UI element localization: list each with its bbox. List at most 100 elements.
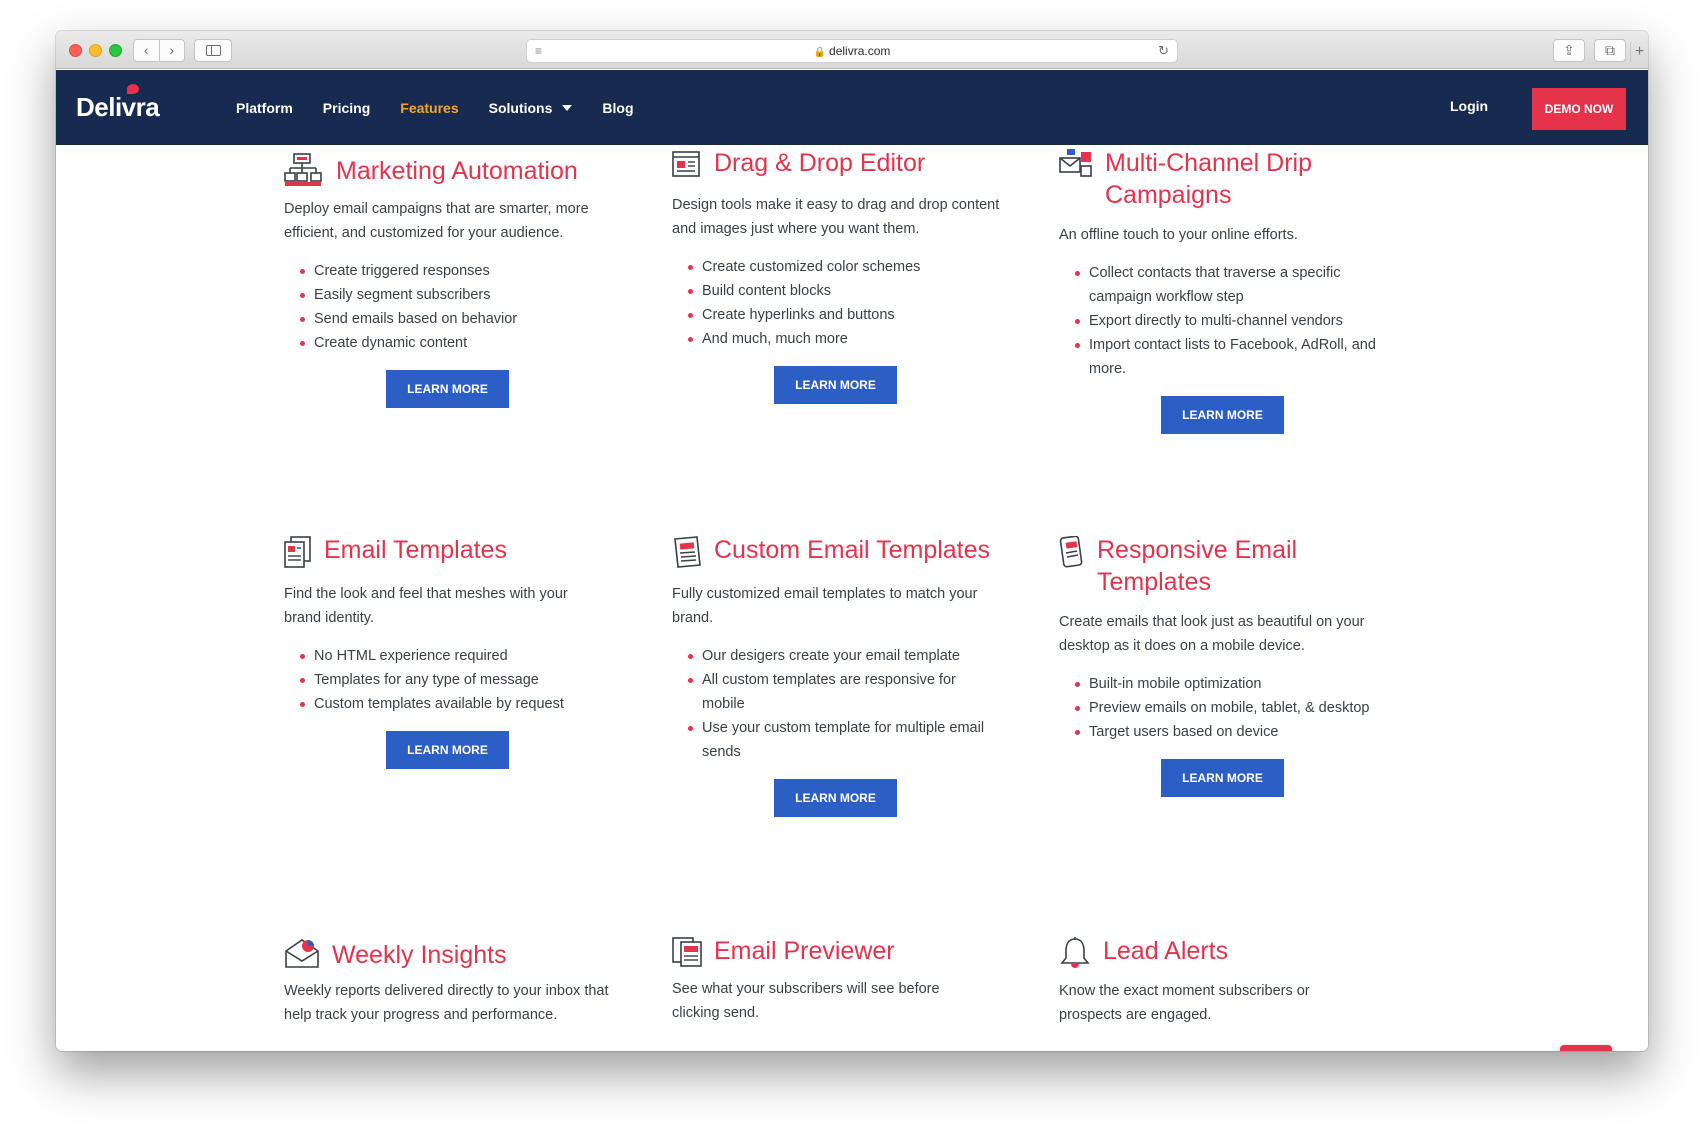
sidebar-icon (205, 45, 221, 56)
list-item: Easily segment subscribers (300, 283, 624, 307)
learn-more-button[interactable]: LEARN MORE (774, 366, 897, 404)
lock-icon: 🔒 (813, 47, 827, 58)
list-item: Export directly to multi-channel vendors (1075, 309, 1379, 333)
card-title: Marketing Automation (336, 157, 578, 185)
close-window-button[interactable] (69, 44, 82, 57)
minimize-window-button[interactable] (89, 44, 102, 57)
list-item: All custom templates are responsive for … (688, 668, 992, 716)
nav-blog[interactable]: Blog (602, 100, 633, 116)
learn-more-button[interactable]: LEARN MORE (1161, 396, 1284, 434)
automation-icon (284, 153, 322, 186)
list-item: Collect contacts that traverse a specifi… (1075, 261, 1379, 309)
card-description: An offline touch to your online efforts. (1059, 227, 1298, 243)
address-bar[interactable]: ≡ 🔒 delivra.com ↻ (526, 39, 1178, 63)
card-description: Create emails that look just as beautifu… (1059, 614, 1365, 654)
nav-solutions-label: Solutions (488, 99, 553, 116)
tab-overview-button[interactable]: ⧉ (1594, 39, 1626, 62)
nav-features[interactable]: Features (400, 100, 458, 116)
feature-card-email-previewer: Email Previewer See what your subscriber… (672, 935, 1012, 1025)
card-description: Know the exact moment subscribers or pro… (1059, 983, 1310, 1023)
templates-icon (284, 536, 311, 568)
feature-card-marketing-automation: Marketing Automation Deploy email campai… (284, 151, 624, 408)
nav-pricing[interactable]: Pricing (323, 100, 370, 116)
bell-icon (1060, 937, 1090, 968)
card-title: Multi-Channel Drip Campaigns (1105, 149, 1313, 209)
card-title: Drag & Drop Editor (714, 149, 926, 177)
learn-more-button[interactable]: LEARN MORE (386, 370, 509, 408)
card-description: Fully customized email templates to matc… (672, 586, 978, 626)
list-item: Create customized color schemes (688, 255, 1012, 279)
card-title: Custom Email Templates (714, 536, 991, 564)
list-item: Our desigers create your email template (688, 644, 992, 668)
nav-solutions[interactable]: Solutions (489, 100, 573, 116)
feature-card-lead-alerts: Lead Alerts Know the exact moment subscr… (1059, 935, 1399, 1027)
live-chat-button[interactable] (1560, 1045, 1612, 1051)
previewer-icon (672, 937, 702, 967)
feature-card-email-templates: Email Templates Find the look and feel t… (284, 534, 624, 769)
learn-more-button[interactable]: LEARN MORE (1161, 759, 1284, 797)
delivra-logo[interactable]: Delivra (76, 92, 160, 123)
feature-list: Built-in mobile optimization Preview ema… (1059, 672, 1399, 744)
list-item: Custom templates available by request (300, 692, 624, 716)
responsive-icon (1059, 536, 1083, 568)
card-title: Lead Alerts (1103, 937, 1229, 965)
insights-icon (285, 939, 319, 968)
chevron-down-icon (562, 104, 573, 111)
editor-icon (672, 151, 700, 177)
feature-card-weekly-insights: Weekly Insights Weekly reports delivered… (284, 935, 624, 1027)
new-tab-button[interactable]: + (1630, 42, 1648, 62)
learn-more-button[interactable]: LEARN MORE (386, 731, 509, 769)
sidebar-toggle-button[interactable] (194, 39, 232, 62)
demo-now-button[interactable]: DEMO NOW (1532, 88, 1626, 130)
reload-icon[interactable]: ↻ (1158, 40, 1169, 62)
list-item: Build content blocks (688, 279, 1012, 303)
list-item: Create hyperlinks and buttons (688, 303, 1012, 327)
card-description: Find the look and feel that meshes with … (284, 586, 568, 626)
card-description: Design tools make it easy to drag and dr… (672, 197, 1000, 237)
browser-titlebar: ‹ › ≡ 🔒 delivra.com ↻ ⇪ ⧉ + (56, 31, 1648, 69)
feature-list: Create customized color schemes Build co… (672, 255, 1012, 351)
card-description: Deploy email campaigns that are smarter,… (284, 201, 589, 241)
list-item: Use your custom template for multiple em… (688, 716, 992, 764)
share-button[interactable]: ⇪ (1553, 39, 1585, 62)
feature-card-responsive-email-templates: Responsive Email Templates Create emails… (1059, 534, 1399, 797)
site-header: Delivra Platform Pricing Features Soluti… (56, 70, 1648, 145)
nav-platform[interactable]: Platform (236, 100, 293, 116)
custom-templates-icon (674, 536, 701, 568)
list-item: Create dynamic content (300, 331, 624, 355)
features-grid: Marketing Automation Deploy email campai… (56, 145, 1648, 1051)
list-item: No HTML experience required (300, 644, 624, 668)
history-navigation: ‹ › (133, 39, 185, 62)
card-title: Weekly Insights (332, 941, 507, 969)
list-item: Preview emails on mobile, tablet, & desk… (1075, 696, 1399, 720)
forward-icon[interactable]: › (160, 40, 185, 61)
back-icon[interactable]: ‹ (134, 40, 160, 61)
card-description: See what your subscribers will see befor… (672, 981, 940, 1021)
list-item: Send emails based on behavior (300, 307, 624, 331)
reader-view-icon[interactable]: ≡ (535, 40, 542, 62)
card-description: Weekly reports delivered directly to you… (284, 983, 609, 1023)
list-item: Target users based on device (1075, 720, 1399, 744)
browser-window: ‹ › ≡ 🔒 delivra.com ↻ ⇪ ⧉ + Delivra Platf… (56, 31, 1648, 1051)
zoom-window-button[interactable] (109, 44, 122, 57)
list-item: And much, much more (688, 327, 1012, 351)
tabs-icon: ⧉ (1605, 42, 1615, 58)
list-item: Built-in mobile optimization (1075, 672, 1399, 696)
learn-more-button[interactable]: LEARN MORE (774, 779, 897, 817)
main-nav: Platform Pricing Features Solutions Blog (236, 70, 664, 145)
feature-card-custom-email-templates: Custom Email Templates Fully customized … (672, 534, 1012, 817)
multichannel-icon (1059, 149, 1092, 177)
feature-card-drag-drop-editor: Drag & Drop Editor Design tools make it … (672, 147, 1012, 404)
list-item: Create triggered responses (300, 259, 624, 283)
url-text: delivra.com (829, 44, 891, 58)
feature-list: Collect contacts that traverse a specifi… (1059, 261, 1379, 381)
feature-list: Create triggered responses Easily segmen… (284, 259, 624, 355)
feature-list: Our desigers create your email template … (672, 644, 992, 764)
card-title: Responsive Email Templates (1097, 536, 1298, 596)
logo-speech-bubble-icon (127, 84, 139, 94)
card-title: Email Templates (324, 536, 507, 564)
list-item: Templates for any type of message (300, 668, 624, 692)
share-icon: ⇪ (1563, 42, 1575, 58)
feature-list: No HTML experience required Templates fo… (284, 644, 624, 716)
login-link[interactable]: Login (1450, 98, 1488, 114)
